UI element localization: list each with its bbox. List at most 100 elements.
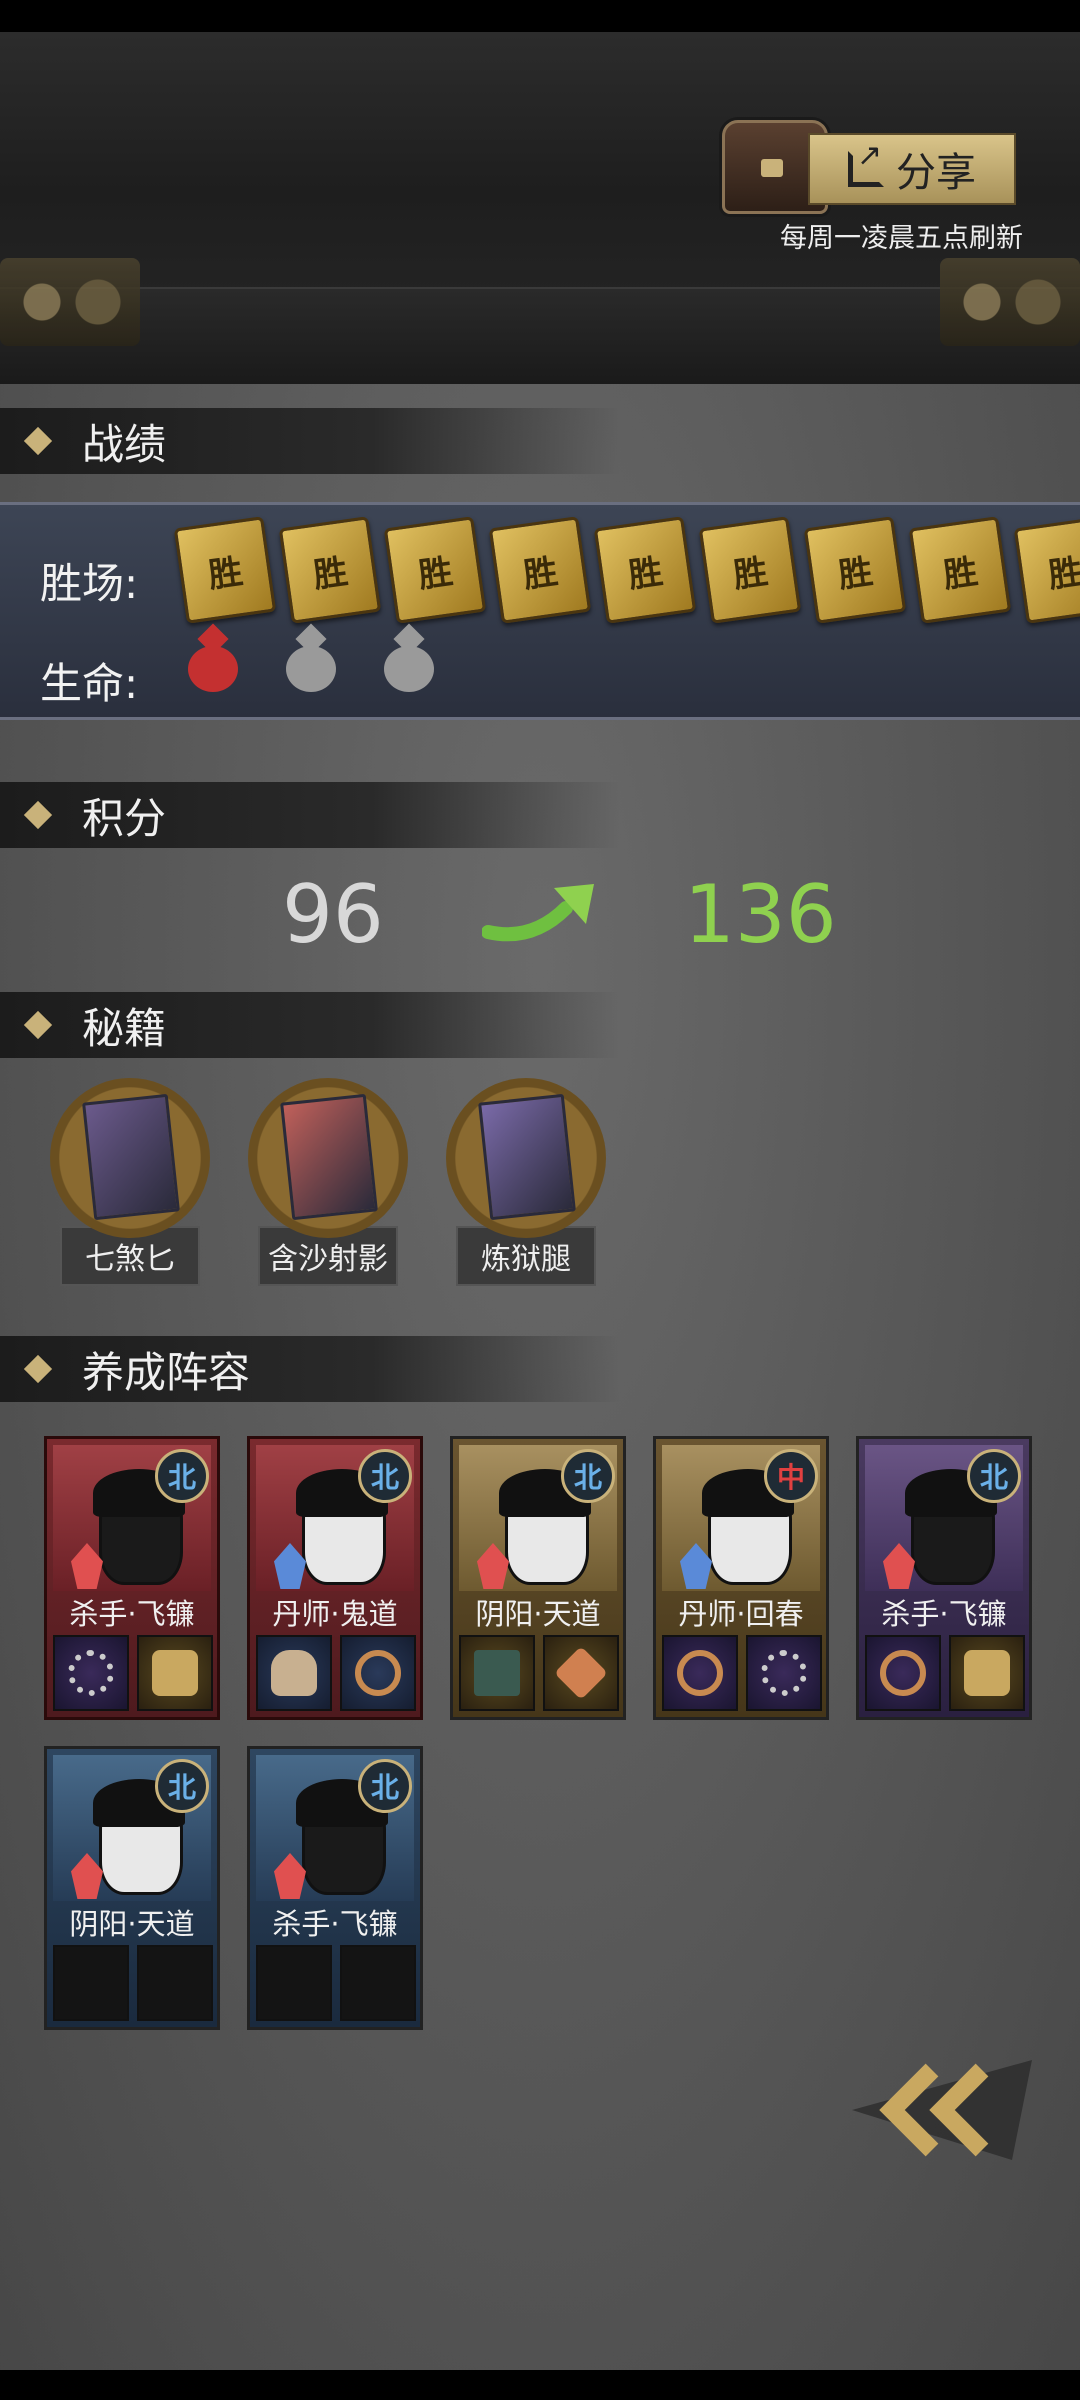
diamond-icon: [23, 426, 53, 456]
share-button[interactable]: 分享: [808, 133, 1016, 205]
book-icon: [82, 1093, 180, 1221]
gold-icon: [152, 1650, 198, 1696]
hero-card[interactable]: 北杀手·飞镰: [44, 1436, 220, 1720]
life-drop-icon: [384, 646, 434, 692]
hero-name: 丹师·鬼道: [272, 1597, 398, 1631]
equipment-slots: [53, 1945, 213, 2021]
manual-frame: [446, 1078, 606, 1238]
section-title-lineup: 养成阵容: [0, 1336, 620, 1402]
equipment-slots: [459, 1635, 619, 1711]
hero-name: 阴阳·天道: [69, 1907, 195, 1941]
bag-icon: [271, 1650, 317, 1696]
hero-card[interactable]: 北杀手·飞镰: [856, 1436, 1032, 1720]
hero-name: 丹师·回春: [678, 1597, 804, 1631]
region-badge: 北: [155, 1449, 209, 1503]
hero-card[interactable]: 北杀手·飞镰: [247, 1746, 423, 2030]
win-card: 胜: [698, 516, 802, 624]
diamond-icon: [23, 1354, 53, 1384]
equipment-slot[interactable]: [256, 1635, 332, 1711]
section-title-score: 积分: [0, 782, 620, 848]
beads-icon: [761, 1650, 807, 1696]
share-icon: [848, 138, 884, 187]
header-band: [0, 287, 1080, 384]
hero-card[interactable]: 北阴阳·天道: [44, 1746, 220, 2030]
win-card: 胜: [908, 516, 1012, 624]
cube-icon: [554, 1646, 608, 1700]
gold-icon: [964, 1650, 1010, 1696]
score-after: 136: [684, 868, 837, 961]
up-right-arrow-icon: [482, 884, 594, 942]
nav-bar: [0, 2370, 1080, 2400]
equipment-slot[interactable]: [746, 1635, 822, 1711]
wins-label: 胜场:: [40, 559, 139, 608]
ring-icon: [677, 1650, 723, 1696]
equipment-slot[interactable]: [53, 1635, 129, 1711]
book-icon: [478, 1093, 576, 1221]
equipment-slot[interactable]: [256, 1945, 332, 2021]
hero-name: 杀手·飞镰: [69, 1597, 195, 1631]
equipment-slots: [256, 1945, 416, 2021]
ring-icon: [880, 1650, 926, 1696]
lives-label: 生命:: [40, 659, 139, 708]
win-card: 胜: [1013, 516, 1080, 624]
section-label: 积分: [82, 793, 167, 843]
status-bar: [0, 0, 1080, 32]
win-card: 胜: [278, 516, 382, 624]
equipment-slots: [865, 1635, 1025, 1711]
cloud-ornament-left: [0, 258, 140, 346]
region-badge: 中: [764, 1449, 818, 1503]
box-icon: [474, 1650, 520, 1696]
region-badge: 北: [561, 1449, 615, 1503]
hero-card[interactable]: 中丹师·回春: [653, 1436, 829, 1720]
score-before: 96: [282, 868, 384, 961]
win-cards: 胜胜胜胜胜胜胜胜胜: [173, 516, 1080, 624]
region-badge: 北: [358, 1449, 412, 1503]
refresh-note: 每周一凌晨五点刷新: [780, 223, 1023, 254]
section-label: 秘籍: [82, 1003, 167, 1053]
equipment-slot[interactable]: [662, 1635, 738, 1711]
hero-name: 杀手·飞镰: [881, 1597, 1007, 1631]
equipment-slot[interactable]: [543, 1635, 619, 1711]
equipment-slot[interactable]: [137, 1635, 213, 1711]
beads-icon: [68, 1650, 114, 1696]
region-badge: 北: [358, 1759, 412, 1813]
hero-card[interactable]: 北阴阳·天道: [450, 1436, 626, 1720]
hero-name: 阴阳·天道: [475, 1597, 601, 1631]
life-drop-icon: [188, 646, 238, 692]
book-icon: [280, 1093, 378, 1221]
manual-card[interactable]: 含沙射影: [248, 1078, 408, 1286]
manual-card[interactable]: 七煞匕: [50, 1078, 210, 1286]
diamond-icon: [23, 800, 53, 830]
lives-row: [188, 646, 434, 692]
equipment-slot[interactable]: [340, 1945, 416, 2021]
hero-name: 杀手·飞镰: [272, 1907, 398, 1941]
region-badge: 北: [155, 1759, 209, 1813]
equipment-slot[interactable]: [865, 1635, 941, 1711]
share-label: 分享: [896, 150, 976, 196]
win-card: 胜: [488, 516, 592, 624]
section-title-manuals: 秘籍: [0, 992, 620, 1058]
life-drop-icon: [286, 646, 336, 692]
section-title-record: 战绩: [0, 408, 620, 474]
equipment-slot[interactable]: [949, 1635, 1025, 1711]
section-label: 养成阵容: [82, 1347, 251, 1397]
win-card: 胜: [173, 516, 277, 624]
double-chevron-left-icon[interactable]: [842, 2040, 1042, 2180]
equipment-slot[interactable]: [459, 1635, 535, 1711]
manual-card[interactable]: 炼狱腿: [446, 1078, 606, 1286]
equipment-slots: [53, 1635, 213, 1711]
manual-frame: [50, 1078, 210, 1238]
region-badge: 北: [967, 1449, 1021, 1503]
win-card: 胜: [803, 516, 907, 624]
section-label: 战绩: [82, 419, 167, 469]
ring-icon: [355, 1650, 401, 1696]
win-card: 胜: [593, 516, 697, 624]
cloud-ornament-right: [940, 258, 1080, 346]
diamond-icon: [23, 1010, 53, 1040]
manual-frame: [248, 1078, 408, 1238]
equipment-slot[interactable]: [340, 1635, 416, 1711]
equipment-slot[interactable]: [137, 1945, 213, 2021]
hero-card[interactable]: 北丹师·鬼道: [247, 1436, 423, 1720]
equipment-slot[interactable]: [53, 1945, 129, 2021]
equipment-slots: [256, 1635, 416, 1711]
